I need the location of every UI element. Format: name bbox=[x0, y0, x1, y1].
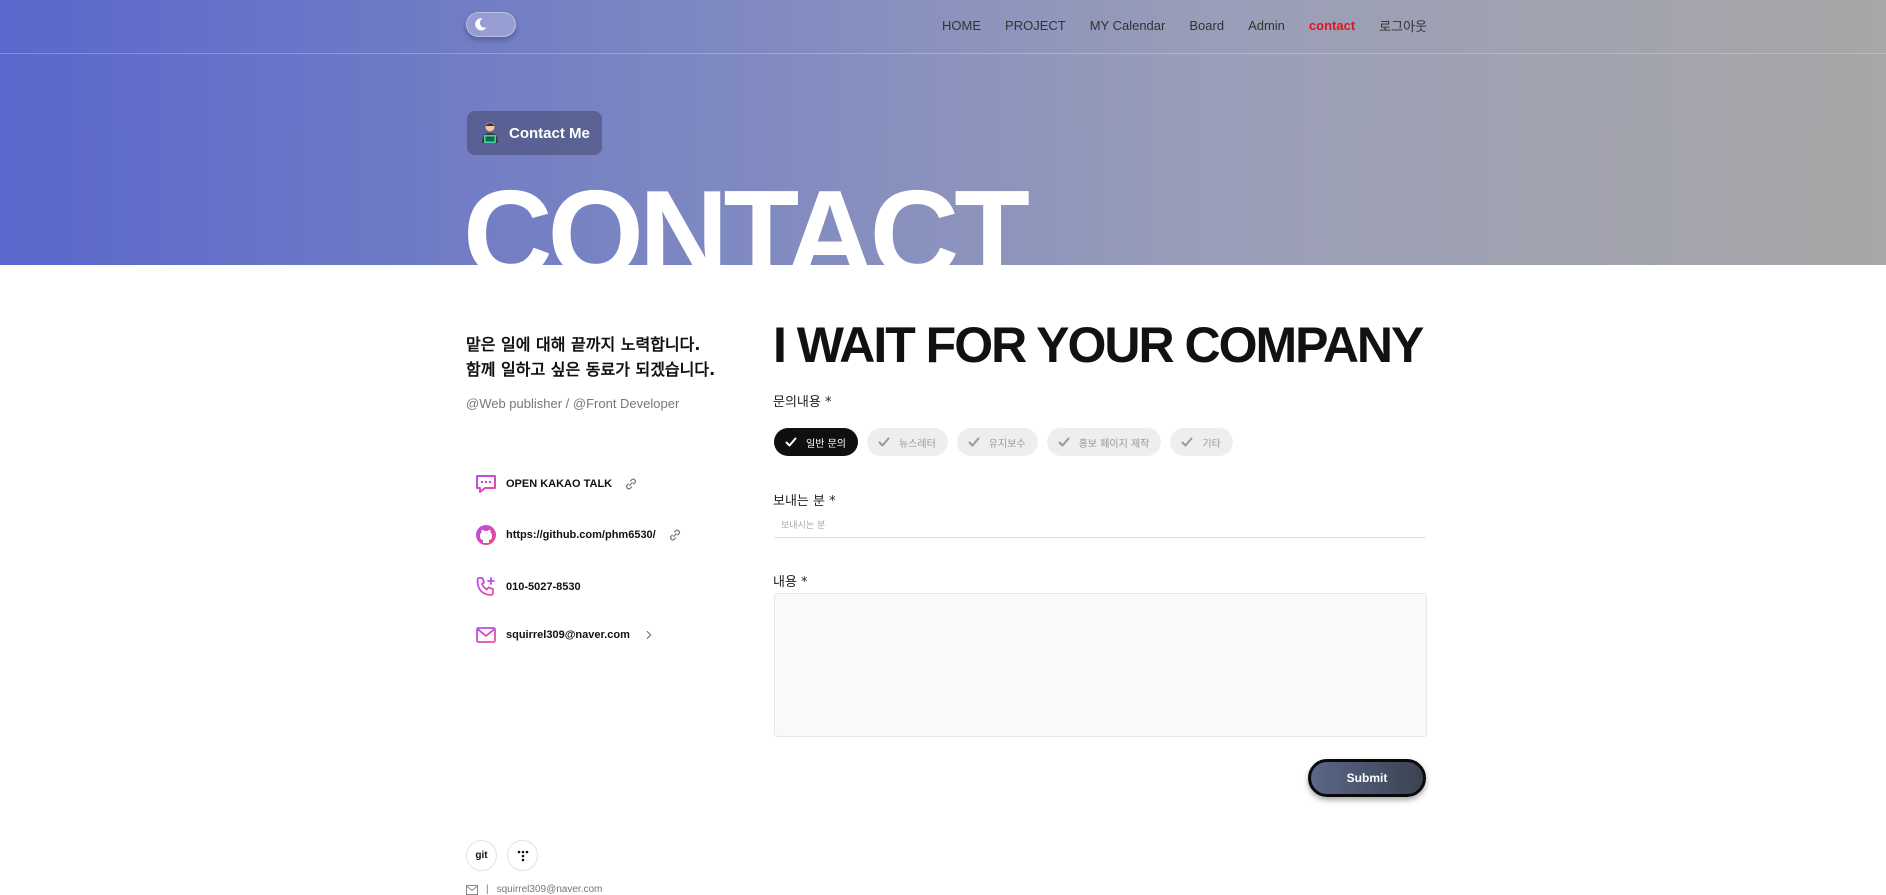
chip-promo-page[interactable]: 홍보 페이지 제작 bbox=[1046, 428, 1162, 456]
check-icon bbox=[1058, 437, 1070, 447]
nav-item-admin[interactable]: Admin bbox=[1248, 18, 1285, 33]
content-label: 내용 * bbox=[773, 575, 808, 590]
developer-avatar-icon bbox=[482, 122, 498, 143]
footer-git-label: git bbox=[475, 850, 488, 861]
contact-email[interactable]: squirrel309@naver.com bbox=[474, 623, 656, 647]
contact-email-text: squirrel309@naver.com bbox=[506, 629, 630, 641]
intro-line-2: 함께 일하고 싶은 동료가 되겠습니다. bbox=[466, 360, 716, 379]
nav-item-project[interactable]: PROJECT bbox=[1005, 18, 1066, 33]
chat-icon bbox=[476, 475, 496, 493]
check-icon bbox=[785, 437, 797, 447]
contact-github-text: https://github.com/phm6530/ bbox=[506, 529, 656, 541]
submit-button[interactable]: Submit bbox=[1308, 759, 1426, 797]
nav-item-board[interactable]: Board bbox=[1189, 18, 1224, 33]
contact-phone[interactable]: 010-5027-8530 bbox=[474, 575, 581, 599]
moon-icon bbox=[475, 18, 487, 31]
contact-kakao-text: OPEN KAKAO TALK bbox=[506, 478, 613, 490]
link-icon[interactable] bbox=[668, 528, 682, 542]
nav-item-home[interactable]: HOME bbox=[942, 18, 981, 33]
contact-me-badge: Contact Me bbox=[467, 111, 602, 155]
mail-icon bbox=[476, 627, 496, 643]
dark-mode-toggle[interactable] bbox=[466, 12, 516, 37]
chip-label: 유지보수 bbox=[988, 438, 1026, 450]
intro-text: 맡은 일에 대해 끝까지 노력합니다. 함께 일하고 싶은 동료가 되겠습니다. bbox=[466, 332, 715, 382]
top-nav: HOME PROJECT MY Calendar Board Admin con… bbox=[0, 0, 1886, 54]
role-text: @Web publisher / @Front Developer bbox=[466, 396, 680, 411]
badge-label: Contact Me bbox=[509, 124, 590, 142]
content-textarea[interactable] bbox=[774, 593, 1427, 737]
form-heading: I WAIT FOR YOUR COMPANY bbox=[773, 317, 1424, 373]
chip-general-inquiry[interactable]: 일반 문의 bbox=[774, 428, 858, 456]
check-icon bbox=[878, 437, 890, 447]
github-icon bbox=[476, 525, 496, 545]
contact-github[interactable]: https://github.com/phm6530/ bbox=[474, 523, 682, 547]
phone-icon bbox=[476, 577, 495, 596]
nav-item-contact[interactable]: contact bbox=[1309, 18, 1355, 33]
chip-label: 뉴스레터 bbox=[898, 438, 936, 450]
intro-line-1: 맡은 일에 대해 끝까지 노력합니다. bbox=[466, 335, 701, 354]
footer-menu-button[interactable] bbox=[507, 840, 538, 871]
footer-email-text: squirrel309@naver.com bbox=[496, 884, 603, 895]
chip-label: 홍보 페이지 제작 bbox=[1078, 438, 1150, 450]
dots-grid-icon bbox=[517, 850, 528, 861]
check-icon bbox=[968, 437, 980, 447]
check-icon bbox=[1181, 437, 1193, 447]
nav-links: HOME PROJECT MY Calendar Board Admin con… bbox=[942, 16, 1427, 35]
footer-email: | squirrel309@naver.com bbox=[466, 884, 602, 895]
chip-maintenance[interactable]: 유지보수 bbox=[956, 428, 1038, 456]
nav-item-logout[interactable]: 로그아웃 bbox=[1379, 16, 1427, 35]
nav-item-calendar[interactable]: MY Calendar bbox=[1090, 18, 1166, 33]
footer-git-button[interactable]: git bbox=[466, 840, 497, 871]
chip-label: 일반 문의 bbox=[806, 438, 846, 450]
hero-banner: HOME PROJECT MY Calendar Board Admin con… bbox=[0, 0, 1886, 265]
contact-phone-text: 010-5027-8530 bbox=[506, 581, 581, 593]
link-icon[interactable] bbox=[624, 477, 638, 491]
sender-label: 보내는 분 * bbox=[773, 494, 836, 509]
chip-other[interactable]: 기타 bbox=[1170, 428, 1233, 456]
chip-newsletter[interactable]: 뉴스레터 bbox=[866, 428, 948, 456]
chip-label: 기타 bbox=[1202, 438, 1221, 450]
inquiry-label: 문의내용 * bbox=[773, 395, 832, 410]
sender-input[interactable] bbox=[774, 514, 1426, 538]
footer-divider: | bbox=[486, 884, 489, 895]
page-title: CONTACT bbox=[463, 166, 1030, 265]
chevron-right-icon[interactable] bbox=[642, 628, 656, 642]
inquiry-category-group: 일반 문의 뉴스레터 유지보수 홍보 페이지 제작 기타 bbox=[774, 428, 1233, 456]
contact-kakao[interactable]: OPEN KAKAO TALK bbox=[474, 472, 638, 496]
mail-icon bbox=[466, 884, 478, 895]
